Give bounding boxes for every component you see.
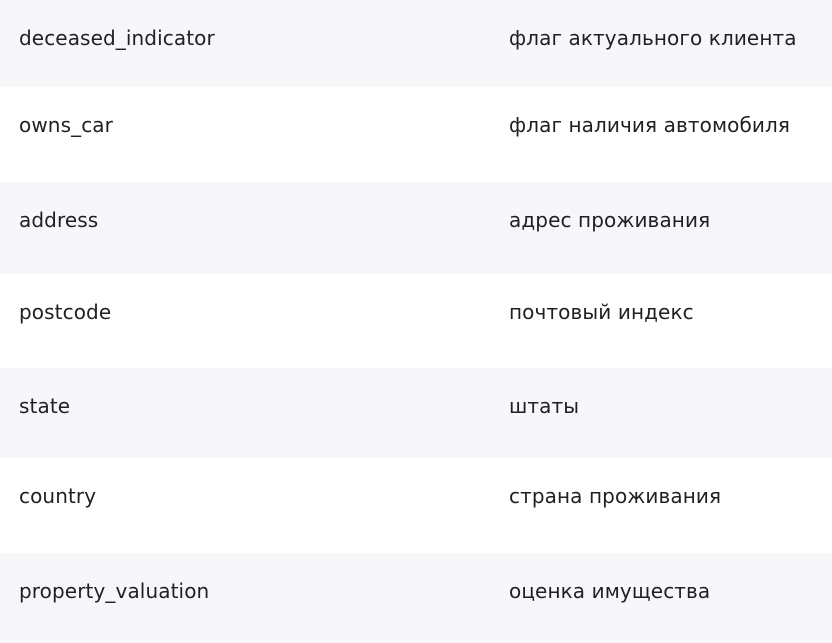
table-row: deceased_indicator флаг актуального клие… bbox=[0, 0, 832, 87]
table-row: address адрес проживания bbox=[0, 182, 832, 274]
field-description: штаты bbox=[509, 394, 580, 418]
field-name: country bbox=[19, 484, 97, 508]
field-description-table: deceased_indicator флаг актуального клие… bbox=[0, 0, 832, 643]
field-description: флаг наличия автомобиля bbox=[509, 113, 791, 137]
field-name: owns_car bbox=[19, 113, 113, 137]
table-row: postcode почтовый индекс bbox=[0, 274, 832, 368]
table-row: property_valuation оценка имущества bbox=[0, 553, 832, 643]
field-description: страна проживания bbox=[509, 484, 722, 508]
table-row: owns_car флаг наличия автомобиля bbox=[0, 87, 832, 182]
field-name: postcode bbox=[19, 300, 112, 324]
field-description: флаг актуального клиента bbox=[509, 26, 797, 50]
field-description: адрес проживания bbox=[509, 208, 711, 232]
field-description: оценка имущества bbox=[509, 579, 711, 603]
field-name: address bbox=[19, 208, 99, 232]
table-row: country страна проживания bbox=[0, 458, 832, 553]
field-description: почтовый индекс bbox=[509, 300, 694, 324]
field-name: state bbox=[19, 394, 71, 418]
table-row: state штаты bbox=[0, 368, 832, 458]
field-name: property_valuation bbox=[19, 579, 210, 603]
field-name: deceased_indicator bbox=[19, 26, 215, 50]
